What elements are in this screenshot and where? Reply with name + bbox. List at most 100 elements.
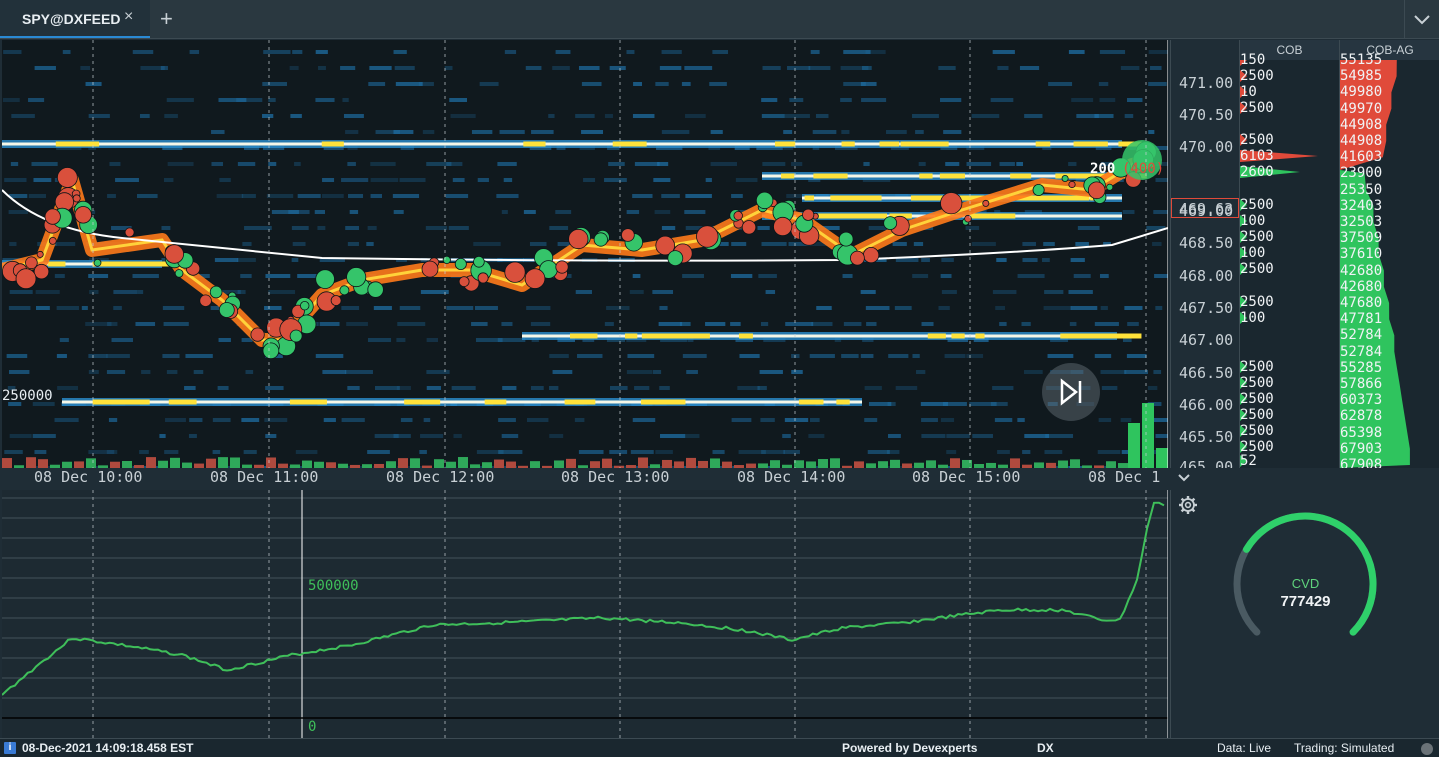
settings-button[interactable] [1177, 494, 1199, 516]
status-datetime: 08-Dec-2021 14:09:18.458 EST [22, 741, 194, 755]
trade-bubble [93, 258, 102, 267]
volume-bar [434, 459, 444, 468]
liquidity-cell [555, 210, 572, 214]
cob-ag-column[interactable]: COB-AG 55135 54985 49980 49970 44908 44908 416… [1339, 40, 1439, 468]
liquidity-cell [552, 66, 570, 70]
liquidity-cell [791, 162, 803, 166]
liquidity-cell [163, 322, 189, 326]
liquidity-cell [425, 226, 448, 230]
heatmap-canvas[interactable] [2, 40, 1168, 468]
liquidity-cell [367, 450, 390, 454]
liquidity-cell [886, 450, 900, 454]
trade-bubble [74, 206, 92, 224]
liquidity-cell [502, 386, 517, 390]
liquidity-cell [659, 386, 670, 390]
liquidity-cell [1154, 274, 1168, 278]
gauge-fill [1243, 512, 1377, 636]
trade-bubble [164, 244, 185, 264]
liquidity-cell [685, 114, 706, 118]
data-status: Data: Live [1217, 741, 1272, 755]
liquidity-cell [1070, 258, 1085, 262]
trade-bubble [568, 228, 589, 250]
volume-bar [26, 457, 36, 468]
liquidity-cell [216, 194, 244, 198]
trade-bubble [504, 261, 526, 283]
liquidity-cell [812, 130, 837, 134]
liquidity-cell [88, 114, 110, 118]
liquidity-hotspot [484, 399, 507, 405]
liquidity-cell [166, 370, 178, 374]
volume-bar [170, 457, 180, 468]
liquidity-cell [244, 226, 272, 230]
liquidity-cell [864, 386, 882, 390]
liquidity-cell [374, 386, 400, 390]
add-tab-button[interactable]: + [160, 6, 173, 32]
liquidity-cell [865, 50, 886, 54]
liquidity-cell [912, 114, 939, 118]
info-icon[interactable]: i [4, 742, 16, 754]
tab-menu-button[interactable] [1404, 0, 1439, 38]
trade-bubble [442, 255, 451, 264]
trade-bubble [773, 216, 793, 237]
cob-ag-value: 52784 [1340, 327, 1383, 344]
liquidity-cell [760, 418, 775, 422]
liquidity-cell [578, 450, 604, 454]
liquidity-cell [1100, 370, 1127, 374]
liquidity-cell [759, 370, 783, 374]
liquidity-cell [996, 258, 1007, 262]
liquidity-cell [994, 418, 1013, 422]
cvd-chart[interactable]: 500000 0 [2, 490, 1168, 738]
cob-ag-value: 32503 [1340, 214, 1383, 230]
cob-value: 2500 [1240, 229, 1274, 245]
trade-bubble [421, 260, 439, 278]
liquidity-cell [241, 418, 260, 422]
liquidity-cell [426, 370, 450, 374]
liquidity-cell [1097, 450, 1121, 454]
liquidity-cell [938, 66, 956, 70]
liquidity-cell [712, 450, 725, 454]
liquidity-cell [448, 226, 469, 230]
liquidity-cell [1148, 82, 1167, 86]
liquidity-cell [35, 306, 50, 310]
liquidity-cell [684, 66, 713, 70]
liquidity-cell [268, 162, 277, 166]
liquidity-cell [731, 242, 747, 246]
liquidity-cell [498, 450, 523, 454]
liquidity-hotspot [939, 173, 965, 179]
liquidity-cell [297, 274, 317, 278]
close-icon[interactable]: × [124, 8, 133, 26]
jump-to-live-button[interactable] [1042, 363, 1100, 421]
trade-bubble [174, 269, 184, 278]
price-label: 471.00 [1179, 74, 1234, 92]
trade-bubble [199, 294, 212, 307]
price-axis[interactable]: 471.00 470.50 470.00 469.63 469.00 468.5… [1170, 40, 1239, 468]
status-bar: i 08-Dec-2021 14:09:18.458 EST Powered b… [0, 738, 1439, 757]
liquidity-hotspot [289, 399, 327, 405]
collapse-panel-button[interactable] [1172, 468, 1196, 488]
cob-value: 2500 [1240, 391, 1274, 407]
price-label: 466.50 [1179, 364, 1234, 382]
liquidity-cell [1022, 258, 1038, 262]
tab-spy-dxfeed[interactable]: SPY@DXFEED × [0, 0, 150, 38]
liquidity-cell [1094, 354, 1112, 358]
heatmap-chart[interactable]: 250000 200 (400) [2, 40, 1168, 468]
liquidity-cell [659, 66, 682, 70]
time-axis[interactable]: 08 Dec 10:00 08 Dec 11:00 08 Dec 12:00 0… [2, 468, 1168, 488]
cob-column[interactable]: COB 150 2500 10 2500 2500 6103 2600 2500 100 2500… [1239, 40, 1339, 468]
liquidity-cell [237, 162, 256, 166]
liquidity-core [2, 142, 1122, 146]
liquidity-cell [137, 290, 144, 294]
liquidity-cell [661, 194, 680, 198]
liquidity-cell [653, 178, 671, 182]
liquidity-cell [575, 114, 595, 118]
liquidity-cell [161, 226, 171, 230]
liquidity-cell [471, 322, 488, 326]
liquidity-cell [1126, 354, 1147, 358]
liquidity-cell [710, 162, 738, 166]
liquidity-cell [135, 322, 156, 326]
liquidity-hotspot [973, 213, 1009, 219]
liquidity-cell [291, 258, 299, 262]
cvd-line-chart[interactable] [2, 490, 1168, 738]
price-label: 465.50 [1179, 428, 1234, 446]
liquidity-cell [627, 354, 655, 358]
